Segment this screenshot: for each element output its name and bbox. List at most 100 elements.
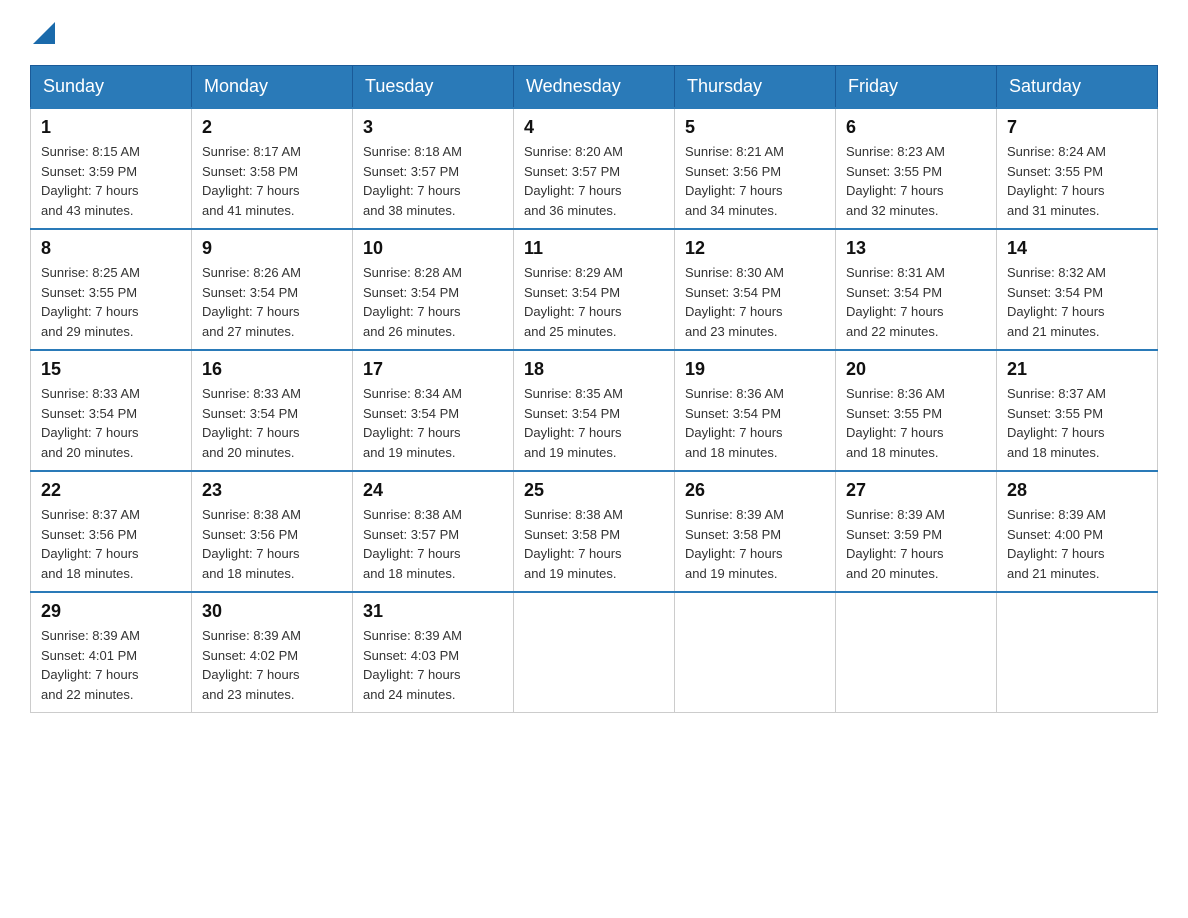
calendar-cell: 27 Sunrise: 8:39 AM Sunset: 3:59 PM Dayl… [836,471,997,592]
calendar-cell: 9 Sunrise: 8:26 AM Sunset: 3:54 PM Dayli… [192,229,353,350]
day-number: 6 [846,117,986,138]
calendar-week-3: 15 Sunrise: 8:33 AM Sunset: 3:54 PM Dayl… [31,350,1158,471]
calendar-cell: 2 Sunrise: 8:17 AM Sunset: 3:58 PM Dayli… [192,108,353,229]
day-number: 27 [846,480,986,501]
day-info: Sunrise: 8:29 AM Sunset: 3:54 PM Dayligh… [524,263,664,341]
weekday-header-row: SundayMondayTuesdayWednesdayThursdayFrid… [31,66,1158,109]
day-number: 8 [41,238,181,259]
calendar-cell: 17 Sunrise: 8:34 AM Sunset: 3:54 PM Dayl… [353,350,514,471]
weekday-header-sunday: Sunday [31,66,192,109]
day-info: Sunrise: 8:28 AM Sunset: 3:54 PM Dayligh… [363,263,503,341]
weekday-header-monday: Monday [192,66,353,109]
day-number: 20 [846,359,986,380]
day-number: 10 [363,238,503,259]
calendar-cell: 30 Sunrise: 8:39 AM Sunset: 4:02 PM Dayl… [192,592,353,713]
calendar-cell: 12 Sunrise: 8:30 AM Sunset: 3:54 PM Dayl… [675,229,836,350]
day-number: 2 [202,117,342,138]
calendar-cell: 18 Sunrise: 8:35 AM Sunset: 3:54 PM Dayl… [514,350,675,471]
day-info: Sunrise: 8:39 AM Sunset: 4:03 PM Dayligh… [363,626,503,704]
logo-triangle-icon [33,22,55,44]
calendar-cell: 23 Sunrise: 8:38 AM Sunset: 3:56 PM Dayl… [192,471,353,592]
calendar-cell: 22 Sunrise: 8:37 AM Sunset: 3:56 PM Dayl… [31,471,192,592]
day-number: 15 [41,359,181,380]
logo [30,20,55,45]
day-info: Sunrise: 8:39 AM Sunset: 4:01 PM Dayligh… [41,626,181,704]
calendar-cell: 31 Sunrise: 8:39 AM Sunset: 4:03 PM Dayl… [353,592,514,713]
calendar-cell: 13 Sunrise: 8:31 AM Sunset: 3:54 PM Dayl… [836,229,997,350]
calendar-cell: 8 Sunrise: 8:25 AM Sunset: 3:55 PM Dayli… [31,229,192,350]
day-info: Sunrise: 8:37 AM Sunset: 3:55 PM Dayligh… [1007,384,1147,462]
calendar-cell: 3 Sunrise: 8:18 AM Sunset: 3:57 PM Dayli… [353,108,514,229]
day-info: Sunrise: 8:23 AM Sunset: 3:55 PM Dayligh… [846,142,986,220]
day-info: Sunrise: 8:35 AM Sunset: 3:54 PM Dayligh… [524,384,664,462]
calendar-week-2: 8 Sunrise: 8:25 AM Sunset: 3:55 PM Dayli… [31,229,1158,350]
day-info: Sunrise: 8:32 AM Sunset: 3:54 PM Dayligh… [1007,263,1147,341]
day-info: Sunrise: 8:20 AM Sunset: 3:57 PM Dayligh… [524,142,664,220]
day-number: 18 [524,359,664,380]
calendar-cell: 21 Sunrise: 8:37 AM Sunset: 3:55 PM Dayl… [997,350,1158,471]
day-number: 1 [41,117,181,138]
day-number: 29 [41,601,181,622]
calendar-cell [997,592,1158,713]
calendar-week-5: 29 Sunrise: 8:39 AM Sunset: 4:01 PM Dayl… [31,592,1158,713]
day-info: Sunrise: 8:31 AM Sunset: 3:54 PM Dayligh… [846,263,986,341]
calendar-cell [675,592,836,713]
page-header [30,20,1158,45]
day-info: Sunrise: 8:30 AM Sunset: 3:54 PM Dayligh… [685,263,825,341]
calendar-cell: 25 Sunrise: 8:38 AM Sunset: 3:58 PM Dayl… [514,471,675,592]
day-info: Sunrise: 8:39 AM Sunset: 4:02 PM Dayligh… [202,626,342,704]
calendar-cell: 28 Sunrise: 8:39 AM Sunset: 4:00 PM Dayl… [997,471,1158,592]
day-info: Sunrise: 8:18 AM Sunset: 3:57 PM Dayligh… [363,142,503,220]
day-number: 11 [524,238,664,259]
day-number: 12 [685,238,825,259]
day-number: 17 [363,359,503,380]
calendar-cell: 10 Sunrise: 8:28 AM Sunset: 3:54 PM Dayl… [353,229,514,350]
day-number: 14 [1007,238,1147,259]
calendar-cell: 15 Sunrise: 8:33 AM Sunset: 3:54 PM Dayl… [31,350,192,471]
calendar-cell: 16 Sunrise: 8:33 AM Sunset: 3:54 PM Dayl… [192,350,353,471]
day-info: Sunrise: 8:37 AM Sunset: 3:56 PM Dayligh… [41,505,181,583]
day-number: 21 [1007,359,1147,380]
calendar-cell: 1 Sunrise: 8:15 AM Sunset: 3:59 PM Dayli… [31,108,192,229]
day-number: 5 [685,117,825,138]
day-number: 23 [202,480,342,501]
day-info: Sunrise: 8:25 AM Sunset: 3:55 PM Dayligh… [41,263,181,341]
weekday-header-thursday: Thursday [675,66,836,109]
calendar-cell: 6 Sunrise: 8:23 AM Sunset: 3:55 PM Dayli… [836,108,997,229]
day-info: Sunrise: 8:39 AM Sunset: 3:59 PM Dayligh… [846,505,986,583]
day-number: 4 [524,117,664,138]
calendar-cell: 19 Sunrise: 8:36 AM Sunset: 3:54 PM Dayl… [675,350,836,471]
day-number: 16 [202,359,342,380]
day-info: Sunrise: 8:26 AM Sunset: 3:54 PM Dayligh… [202,263,342,341]
calendar-cell: 26 Sunrise: 8:39 AM Sunset: 3:58 PM Dayl… [675,471,836,592]
day-number: 7 [1007,117,1147,138]
day-info: Sunrise: 8:38 AM Sunset: 3:58 PM Dayligh… [524,505,664,583]
day-number: 25 [524,480,664,501]
calendar-cell [514,592,675,713]
calendar-week-1: 1 Sunrise: 8:15 AM Sunset: 3:59 PM Dayli… [31,108,1158,229]
day-number: 22 [41,480,181,501]
calendar-cell: 24 Sunrise: 8:38 AM Sunset: 3:57 PM Dayl… [353,471,514,592]
calendar-cell: 5 Sunrise: 8:21 AM Sunset: 3:56 PM Dayli… [675,108,836,229]
day-info: Sunrise: 8:33 AM Sunset: 3:54 PM Dayligh… [202,384,342,462]
day-info: Sunrise: 8:38 AM Sunset: 3:57 PM Dayligh… [363,505,503,583]
calendar-cell: 14 Sunrise: 8:32 AM Sunset: 3:54 PM Dayl… [997,229,1158,350]
day-info: Sunrise: 8:38 AM Sunset: 3:56 PM Dayligh… [202,505,342,583]
day-number: 24 [363,480,503,501]
calendar-table: SundayMondayTuesdayWednesdayThursdayFrid… [30,65,1158,713]
day-info: Sunrise: 8:24 AM Sunset: 3:55 PM Dayligh… [1007,142,1147,220]
day-info: Sunrise: 8:21 AM Sunset: 3:56 PM Dayligh… [685,142,825,220]
day-info: Sunrise: 8:39 AM Sunset: 4:00 PM Dayligh… [1007,505,1147,583]
calendar-cell [836,592,997,713]
day-info: Sunrise: 8:36 AM Sunset: 3:55 PM Dayligh… [846,384,986,462]
calendar-cell: 29 Sunrise: 8:39 AM Sunset: 4:01 PM Dayl… [31,592,192,713]
calendar-cell: 4 Sunrise: 8:20 AM Sunset: 3:57 PM Dayli… [514,108,675,229]
day-number: 30 [202,601,342,622]
weekday-header-saturday: Saturday [997,66,1158,109]
weekday-header-tuesday: Tuesday [353,66,514,109]
day-info: Sunrise: 8:33 AM Sunset: 3:54 PM Dayligh… [41,384,181,462]
day-number: 13 [846,238,986,259]
calendar-cell: 7 Sunrise: 8:24 AM Sunset: 3:55 PM Dayli… [997,108,1158,229]
day-info: Sunrise: 8:36 AM Sunset: 3:54 PM Dayligh… [685,384,825,462]
calendar-cell: 20 Sunrise: 8:36 AM Sunset: 3:55 PM Dayl… [836,350,997,471]
